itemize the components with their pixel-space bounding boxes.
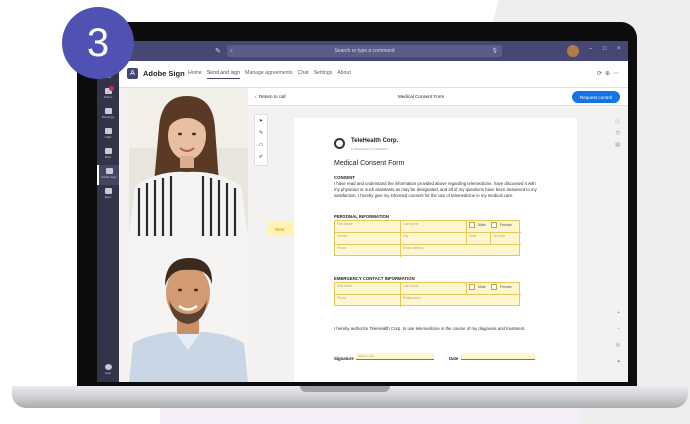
phone-field[interactable]: Phone	[335, 245, 401, 257]
relationship-field[interactable]: Relationship	[401, 295, 521, 307]
scroll-up-icon[interactable]: ▴	[617, 358, 620, 364]
company-name: TeleHealth Corp.	[351, 138, 399, 144]
self-video-image	[129, 238, 248, 382]
zoom-out-icon[interactable]: −	[617, 326, 620, 332]
app-tabs: Home Send and sign Manage agreements Cha…	[188, 70, 351, 79]
apps-icon	[104, 188, 112, 194]
chat-bubble-icon[interactable]: ▤	[615, 142, 620, 148]
teams-window: ✎ ⌕ Search or type a command 🎙 – □ × Cha…	[97, 41, 628, 382]
return-to-call-link[interactable]: ‹ Return to call	[255, 94, 286, 99]
document-page: TeleHealth Corp. A TELEHEALTH COMPANY Me…	[294, 118, 577, 382]
rail-item-help[interactable]: Help	[97, 361, 119, 381]
form-toolbar: ‹ Return to call Medical Consent Form Re…	[248, 88, 628, 106]
tab-send-and-sign[interactable]: Send and sign	[206, 70, 241, 79]
app-rail: Chat Teams Meetings Calls Files Adobe Si…	[97, 61, 119, 382]
pen-icon[interactable]: ✎	[255, 127, 267, 139]
date-field[interactable]	[461, 353, 535, 360]
tab-settings[interactable]: Settings	[314, 70, 333, 79]
header-actions: ⟳⊕⋯	[597, 70, 622, 77]
zip-field[interactable]: Zip code	[491, 233, 521, 245]
adobe-sign-logo-icon: A	[127, 68, 138, 79]
city-field[interactable]: City	[401, 233, 467, 245]
consent-text: I have read and understand the informati…	[334, 181, 537, 198]
laptop-notch	[300, 386, 390, 392]
emergency-male-checkbox[interactable]	[469, 284, 475, 290]
adobe-sign-icon	[105, 168, 113, 174]
tab-chat[interactable]: Chat	[298, 70, 309, 79]
step-number-badge: 3	[62, 7, 134, 79]
company-subtitle: A TELEHEALTH COMPANY	[351, 147, 389, 151]
title-bar: ✎ ⌕ Search or type a command 🎙 – □ ×	[97, 41, 628, 61]
personal-info-heading: PERSONAL INFORMATION	[334, 214, 389, 219]
comment-icon[interactable]: ▭	[255, 139, 267, 151]
info-icon[interactable]: ⓘ	[615, 118, 620, 125]
request-control-button[interactable]: Request control	[572, 91, 620, 103]
rail-item-files[interactable]: Files	[97, 145, 119, 165]
compose-icon[interactable]: ✎	[215, 47, 221, 55]
email-field[interactable]: Email Address	[401, 245, 521, 257]
state-field[interactable]: State	[467, 233, 491, 245]
history-icon[interactable]: ◷	[616, 130, 620, 136]
emergency-female-checkbox[interactable]	[490, 284, 497, 290]
highlighter-icon[interactable]: ✐	[255, 151, 267, 163]
minimize-button[interactable]: –	[589, 46, 592, 52]
form-viewer: ‹ Return to call Medical Consent Form Re…	[248, 88, 628, 382]
emergency-last-name-field[interactable]: Last Name	[401, 283, 467, 295]
signature-label: Signature	[334, 356, 354, 361]
files-icon	[104, 148, 112, 154]
male-checkbox[interactable]	[469, 222, 475, 228]
app-header: A Adobe Sign Home Send and sign Manage a…	[119, 61, 628, 88]
signature-field[interactable]: Click to sign	[356, 353, 434, 360]
emergency-gender-field: Male Female	[467, 283, 521, 295]
fit-page-icon[interactable]: ◎	[616, 342, 620, 348]
rail-item-meetings[interactable]: Meetings	[97, 105, 119, 125]
maximize-button[interactable]: □	[603, 46, 607, 52]
tab-manage-agreements[interactable]: Manage agreements	[245, 70, 293, 79]
refresh-icon[interactable]: ⟳	[597, 71, 605, 77]
last-name-field[interactable]: Last Name	[401, 221, 467, 233]
notification-badge	[109, 86, 114, 91]
emergency-first-name-field[interactable]: First Name	[335, 283, 401, 295]
search-input[interactable]: ⌕ Search or type a command 🎙	[227, 45, 502, 57]
consent-heading: CONSENT	[334, 175, 356, 180]
meetings-icon	[104, 108, 112, 114]
microphone-icon[interactable]: 🎙	[492, 48, 498, 54]
annotation-toolbar: ➤ ✎ ▭ ✐	[254, 114, 268, 166]
avatar[interactable]	[567, 45, 579, 57]
personal-info-fields: First Name Last Name Male Female Gender C…	[334, 220, 521, 257]
rail-item-teams[interactable]: Teams	[97, 85, 119, 105]
close-button[interactable]: ×	[617, 46, 621, 52]
globe-icon[interactable]: ⊕	[605, 71, 613, 77]
tab-home[interactable]: Home	[188, 70, 202, 79]
emergency-phone-field[interactable]: Phone	[335, 295, 401, 307]
first-name-field[interactable]: First Name	[335, 221, 401, 233]
caller-video-image	[129, 88, 248, 236]
female-checkbox[interactable]	[490, 222, 497, 228]
document-title: Medical Consent Form	[334, 160, 405, 167]
app-name: Adobe Sign	[143, 69, 185, 78]
form-title: Medical Consent Form	[398, 94, 445, 99]
authorize-text: I hereby authorize TeleHealth Corp. to u…	[334, 326, 526, 331]
video-feed-caller	[129, 88, 248, 236]
pointer-icon[interactable]: ➤	[255, 115, 267, 127]
gender-text-field[interactable]: Gender	[335, 233, 401, 245]
tab-about[interactable]: About	[337, 70, 351, 79]
calls-icon	[104, 128, 112, 134]
search-icon: ⌕	[230, 48, 233, 54]
emergency-contact-heading: EMERGENCY CONTACT INFORMATION	[334, 276, 415, 281]
rail-item-calls[interactable]: Calls	[97, 125, 119, 145]
more-options-icon[interactable]: ⋯	[613, 71, 622, 77]
emergency-contact-fields: First Name Last Name Male Female Phone Re…	[334, 282, 521, 307]
help-icon	[104, 364, 112, 370]
rail-item-adobe-sign[interactable]: Adobe Sign	[97, 165, 119, 185]
date-label: Date	[449, 356, 459, 361]
company-logo-icon	[334, 138, 345, 149]
gender-field: Male Female	[467, 221, 521, 233]
rail-item-apps[interactable]: Apps	[97, 185, 119, 205]
video-feed-self	[129, 238, 248, 382]
zoom-in-icon[interactable]: +	[617, 310, 620, 316]
